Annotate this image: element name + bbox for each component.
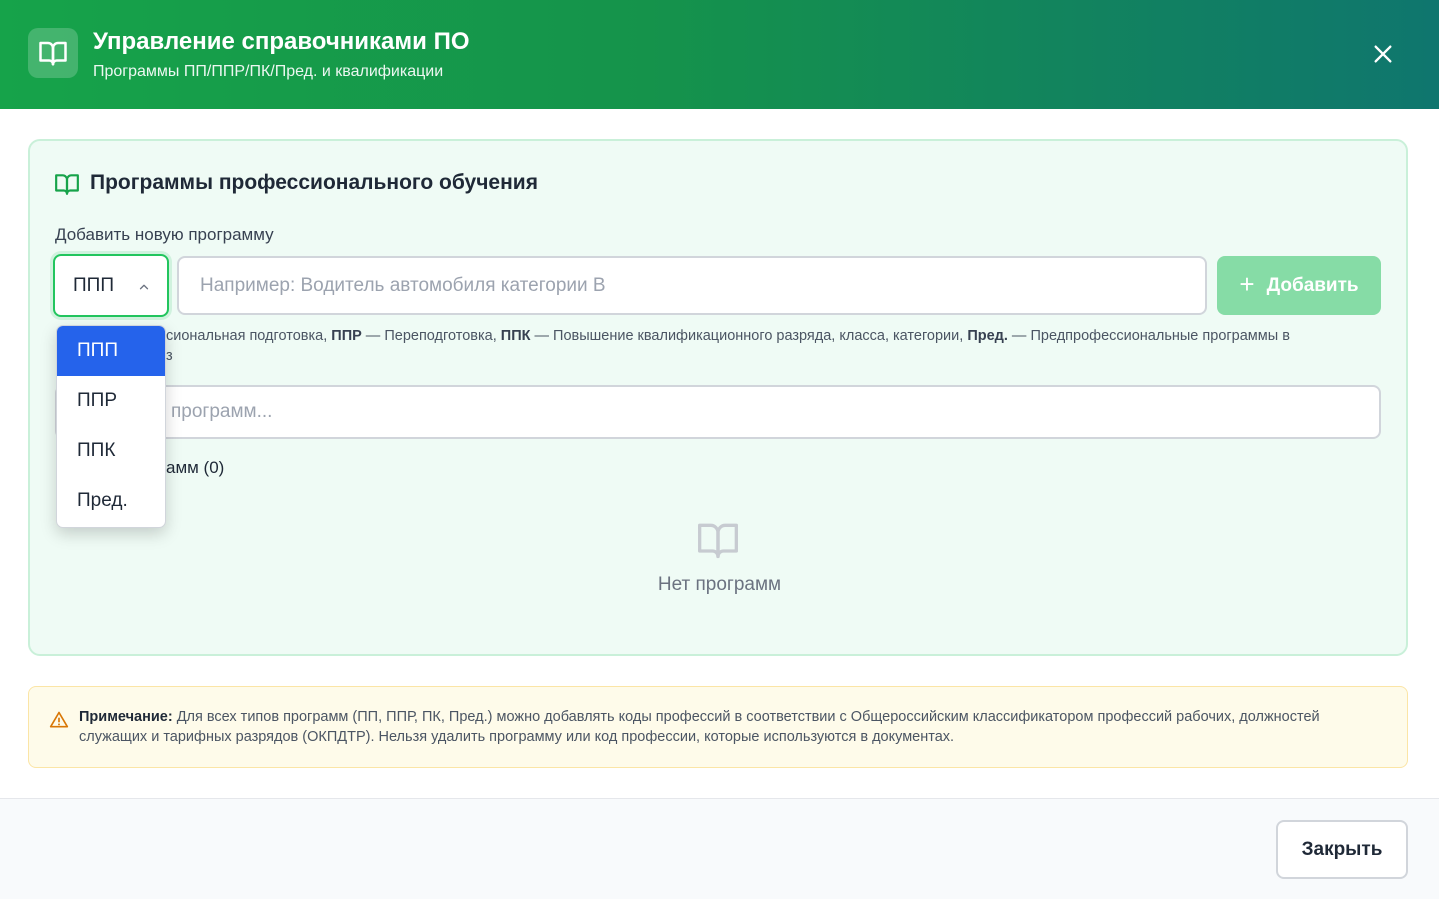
close-modal-button[interactable]: [1362, 33, 1404, 75]
reference-manager-modal: Управление справочниками ПО Программы ПП…: [0, 0, 1439, 899]
add-program-button[interactable]: + Добавить: [1217, 256, 1381, 315]
dropdown-option-ppr[interactable]: ППР: [57, 376, 165, 426]
dropdown-option-ppk[interactable]: ППК: [57, 426, 165, 476]
close-button[interactable]: Закрыть: [1276, 820, 1408, 879]
program-type-dropdown: ППП ППР ППК Пред.: [56, 325, 166, 528]
modal-header: Управление справочниками ПО Программы ПП…: [0, 0, 1439, 109]
header-icon-container: [28, 28, 78, 78]
program-types-legend: сиональная подготовка, ППР — Переподгото…: [166, 328, 1290, 364]
card-title: Программы профессионального обучения: [90, 171, 538, 194]
add-button-label: Добавить: [1266, 274, 1359, 296]
dropdown-option-pred[interactable]: Пред.: [57, 476, 165, 526]
modal-title: Управление справочниками ПО: [93, 28, 470, 55]
program-search-input[interactable]: [55, 385, 1381, 439]
program-type-value: ППП: [73, 274, 114, 296]
dropdown-option-ppp[interactable]: ППП: [57, 326, 165, 376]
book-open-icon: [55, 174, 79, 195]
close-icon: [1374, 45, 1392, 63]
note-text: Примечание: Для всех типов программ (ПП,…: [79, 709, 1320, 745]
modal-subtitle: Программы ПП/ППР/ПК/Пред. и квалификации: [93, 63, 444, 80]
chevron-up-icon: [139, 284, 149, 290]
plus-icon: +: [1239, 269, 1255, 299]
warning-icon: [49, 711, 69, 728]
program-type-select[interactable]: ППП: [53, 254, 169, 317]
book-open-icon: [39, 41, 67, 66]
empty-state-text: Нет программ: [657, 574, 782, 595]
add-program-label: Добавить новую программу: [55, 225, 274, 244]
program-name-input[interactable]: [177, 256, 1207, 315]
modal-footer: [0, 798, 1439, 899]
empty-book-icon: [698, 523, 738, 559]
